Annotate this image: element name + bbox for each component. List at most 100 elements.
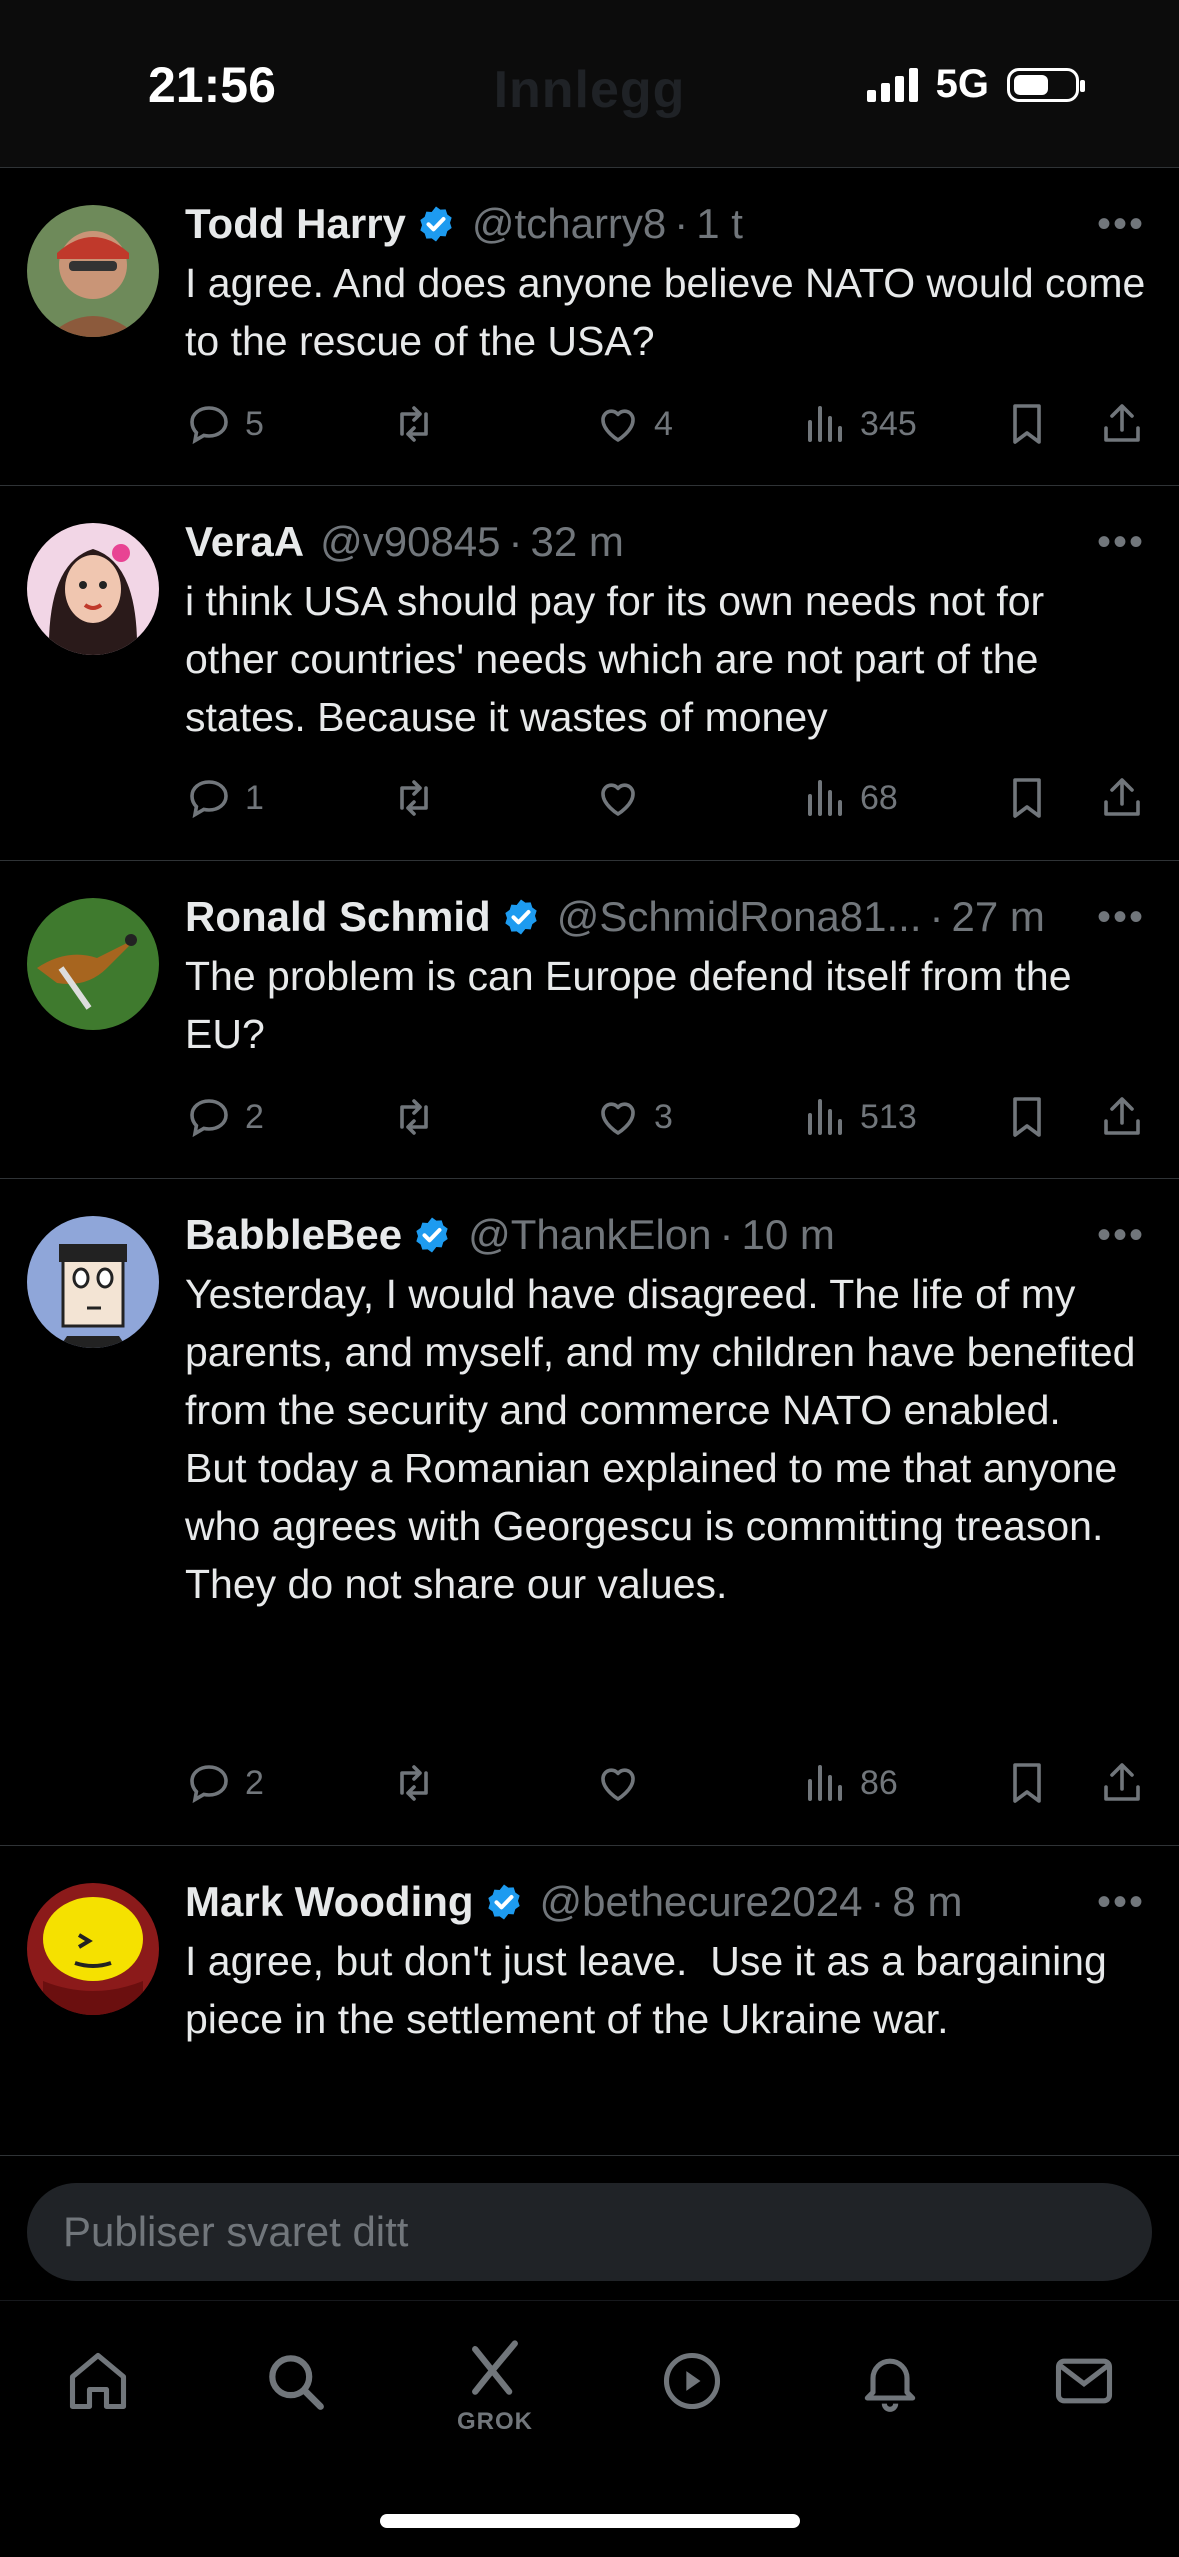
notifications-icon bbox=[864, 2358, 916, 2412]
tweet-time[interactable]: 1 t bbox=[696, 200, 743, 248]
bookmark-icon bbox=[1013, 404, 1041, 444]
author-name[interactable]: Todd Harry bbox=[185, 200, 406, 248]
share-button[interactable] bbox=[1098, 1753, 1146, 1813]
more-icon[interactable]: ••• bbox=[1097, 202, 1145, 247]
video-icon bbox=[663, 2352, 721, 2410]
reply-button[interactable]: 1 bbox=[185, 768, 264, 828]
author-handle[interactable]: @v90845 bbox=[320, 518, 500, 566]
like-button[interactable]: 4 bbox=[594, 394, 673, 454]
bookmark-button[interactable] bbox=[1003, 394, 1051, 454]
reply-count: 1 bbox=[245, 778, 264, 817]
repost-button[interactable] bbox=[390, 1087, 450, 1147]
like-icon bbox=[601, 783, 635, 816]
share-button[interactable] bbox=[1098, 394, 1146, 454]
views-button[interactable]: 513 bbox=[800, 1087, 917, 1147]
avatar[interactable] bbox=[27, 1216, 159, 1348]
like-button[interactable]: 3 bbox=[594, 1087, 673, 1147]
tweet[interactable]: Todd Harry @tcharry8 · 1 t ••• I agree. … bbox=[0, 168, 1179, 486]
bookmark-button[interactable] bbox=[1003, 1753, 1051, 1813]
more-icon[interactable]: ••• bbox=[1097, 1213, 1145, 1258]
messages-icon bbox=[1055, 2358, 1113, 2404]
like-button[interactable] bbox=[594, 768, 654, 828]
like-icon bbox=[601, 409, 635, 442]
tweet-time[interactable]: 32 m bbox=[531, 518, 624, 566]
share-icon bbox=[1104, 404, 1140, 442]
bookmark-button[interactable] bbox=[1003, 1087, 1051, 1147]
tweet-time[interactable]: 27 m bbox=[952, 893, 1045, 941]
more-icon[interactable]: ••• bbox=[1097, 520, 1145, 565]
status-time: 21:56 bbox=[148, 57, 276, 113]
tweet[interactable]: Ronald Schmid @SchmidRona81... · 27 m ••… bbox=[0, 861, 1179, 1179]
views-icon bbox=[808, 1099, 842, 1135]
reply-placeholder: Publiser svaret ditt bbox=[63, 2208, 409, 2255]
nav-search[interactable] bbox=[255, 2341, 335, 2421]
share-button[interactable] bbox=[1098, 768, 1146, 828]
nav-notifications[interactable] bbox=[850, 2341, 930, 2421]
reply-count: 2 bbox=[245, 1097, 264, 1136]
tweet-text: Yesterday, I would have disagreed. The l… bbox=[185, 1271, 1136, 1607]
author-name[interactable]: Mark Wooding bbox=[185, 1878, 474, 1926]
more-icon[interactable]: ••• bbox=[1097, 895, 1145, 940]
repost-button[interactable] bbox=[390, 1753, 450, 1813]
tweet[interactable]: Mark Wooding @bethecure2024 · 8 m ••• I … bbox=[0, 1846, 1179, 2156]
bookmark-button[interactable] bbox=[1003, 768, 1051, 828]
separator-dot: · bbox=[508, 518, 523, 565]
nav-home[interactable] bbox=[58, 2341, 138, 2421]
reply-input[interactable]: Publiser svaret ditt bbox=[27, 2183, 1152, 2281]
nav-messages[interactable] bbox=[1044, 2341, 1124, 2421]
views-count: 345 bbox=[860, 404, 917, 443]
tweet-actions: 2 86 bbox=[0, 1753, 1179, 1813]
share-button[interactable] bbox=[1098, 1087, 1146, 1147]
verified-icon bbox=[420, 206, 452, 242]
separator-dot: · bbox=[719, 1211, 734, 1258]
home-icon bbox=[69, 2352, 127, 2410]
bookmark-icon bbox=[1013, 1097, 1041, 1137]
share-icon bbox=[1104, 1097, 1140, 1135]
status-indicators: 5G bbox=[866, 62, 1085, 107]
author-handle[interactable]: @bethecure2024 bbox=[540, 1878, 863, 1926]
share-icon bbox=[1104, 778, 1140, 816]
tweet[interactable]: BabbleBee @ThankElon · 10 m ••• Yesterda… bbox=[0, 1179, 1179, 1846]
views-button[interactable]: 345 bbox=[800, 394, 917, 454]
views-button[interactable]: 86 bbox=[800, 1753, 898, 1813]
tweet-actions: 1 68 bbox=[0, 768, 1179, 828]
reply-feed: Todd Harry @tcharry8 · 1 t ••• I agree. … bbox=[0, 168, 1179, 2156]
avatar[interactable] bbox=[27, 523, 159, 655]
more-icon[interactable]: ••• bbox=[1097, 1880, 1145, 1925]
home-indicator[interactable] bbox=[380, 2514, 800, 2528]
top-bar: Innlegg 21:56 5G bbox=[0, 0, 1179, 168]
repost-button[interactable] bbox=[390, 394, 450, 454]
author-name[interactable]: BabbleBee bbox=[185, 1211, 402, 1259]
reply-button[interactable]: 2 bbox=[185, 1753, 264, 1813]
reply-icon bbox=[190, 780, 228, 819]
nav-grok[interactable] bbox=[455, 2329, 535, 2409]
author-handle[interactable]: @tcharry8 bbox=[472, 200, 666, 248]
repost-button[interactable] bbox=[390, 768, 450, 828]
like-count: 4 bbox=[654, 404, 673, 443]
author-name[interactable]: VeraA bbox=[185, 518, 304, 566]
tweet-time[interactable]: 10 m bbox=[742, 1211, 835, 1259]
reply-icon bbox=[190, 406, 228, 445]
author-handle[interactable]: @ThankElon bbox=[468, 1211, 711, 1259]
repost-icon bbox=[400, 780, 428, 816]
like-button[interactable] bbox=[594, 1753, 654, 1813]
bookmark-icon bbox=[1013, 1763, 1041, 1803]
avatar[interactable] bbox=[27, 898, 159, 1030]
views-icon bbox=[808, 780, 842, 816]
views-button[interactable]: 68 bbox=[800, 768, 898, 828]
reply-button[interactable]: 5 bbox=[185, 394, 264, 454]
author-name[interactable]: Ronald Schmid bbox=[185, 893, 491, 941]
tweet-time[interactable]: 8 m bbox=[892, 1878, 962, 1926]
search-icon bbox=[269, 2355, 324, 2410]
reply-icon bbox=[190, 1099, 228, 1138]
nav-video[interactable] bbox=[652, 2341, 732, 2421]
views-icon bbox=[808, 1765, 842, 1801]
tweet[interactable]: VeraA @v90845 · 32 m ••• i think USA sho… bbox=[0, 486, 1179, 861]
share-icon bbox=[1104, 1763, 1140, 1801]
grok-icon bbox=[472, 2340, 518, 2395]
avatar[interactable] bbox=[27, 1883, 159, 2015]
author-handle[interactable]: @SchmidRona81... bbox=[557, 893, 922, 941]
verified-icon bbox=[487, 1884, 520, 1920]
avatar[interactable] bbox=[27, 205, 159, 337]
reply-button[interactable]: 2 bbox=[185, 1087, 264, 1147]
